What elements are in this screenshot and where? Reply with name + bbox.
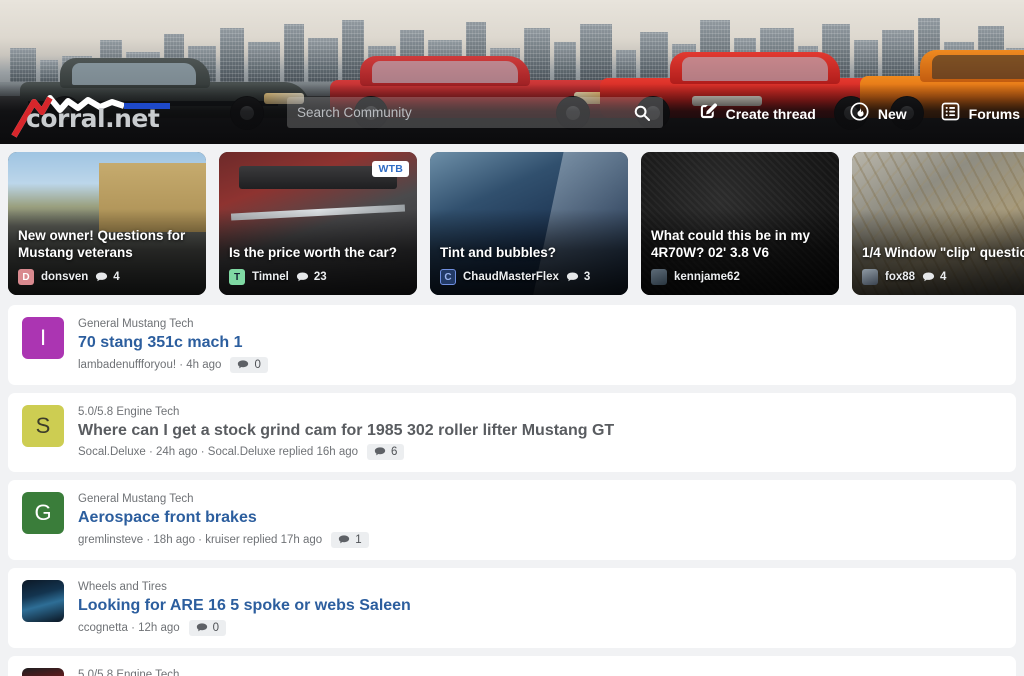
avatar: T — [229, 269, 245, 285]
site-logo[interactable]: corral.net — [8, 92, 238, 138]
featured-comment-value: 3 — [583, 271, 591, 283]
thread-meta-text: ccognetta · 12h ago — [78, 621, 180, 634]
featured-comment-value: 23 — [313, 271, 327, 283]
pencil-square-icon — [698, 102, 717, 126]
featured-comment-value: 4 — [940, 271, 947, 283]
site-logo-text: corral.net — [26, 104, 160, 133]
avatar: C — [440, 269, 456, 285]
featured-meta: T Timnel 23 — [229, 269, 327, 285]
thread-meta-text: lambadenuffforyou! · 4h ago — [78, 358, 222, 371]
comment-bubble-icon — [374, 447, 386, 456]
thread-category[interactable]: Wheels and Tires — [78, 580, 1002, 595]
featured-card[interactable]: WTB Is the price worth the car? T Timnel… — [219, 152, 417, 295]
comment-bubble-icon — [238, 360, 249, 369]
nav-forums-label: Forums — [968, 106, 1020, 122]
thread-meta: gremlinsteve · 18h ago · kruiser replied… — [78, 532, 1002, 549]
featured-card[interactable]: New owner! Questions for Mustang veteran… — [8, 152, 206, 295]
featured-author: donsven — [41, 271, 89, 283]
thread-row[interactable]: Wheels and Tires Looking for ARE 16 5 sp… — [8, 568, 1016, 648]
featured-author: kennjame62 — [674, 271, 740, 283]
featured-comment-count: 3 — [566, 271, 590, 284]
featured-author: Timnel — [252, 271, 289, 283]
nav-create-thread-label: Create thread — [725, 106, 816, 122]
search-input[interactable] — [297, 105, 631, 120]
featured-comment-value: 4 — [113, 271, 120, 283]
comment-bubble-icon — [296, 271, 308, 281]
wtb-badge: WTB — [372, 161, 409, 177]
list-icon — [941, 102, 960, 126]
thread-meta-text: Socal.Deluxe · 24h ago · Socal.Deluxe re… — [78, 446, 359, 459]
featured-title: New owner! Questions for Mustang veteran… — [18, 228, 186, 260]
thread-row[interactable]: 5.0/5.8 Engine Tech Gm pedstal rockers o… — [8, 655, 1016, 676]
hero-nav: Create thread New Forums — [698, 100, 1024, 128]
reply-count-value: 1 — [355, 534, 362, 547]
thread-row[interactable]: I General Mustang Tech 70 stang 351c mac… — [8, 305, 1016, 385]
featured-meta: fox88 4 — [862, 269, 946, 285]
avatar — [22, 580, 64, 623]
featured-meta: C ChaudMasterFlex 3 — [440, 269, 590, 285]
featured-comment-count: 23 — [296, 271, 327, 284]
reply-count-badge: 0 — [188, 619, 227, 636]
featured-title: Is the price worth the car? — [229, 244, 398, 260]
avatar: S — [22, 404, 64, 447]
featured-author: fox88 — [885, 271, 916, 283]
thread-row[interactable]: S 5.0/5.8 Engine Tech Where can I get a … — [8, 392, 1016, 473]
featured-comment-count: 4 — [95, 271, 120, 284]
nav-new-label: New — [877, 106, 907, 122]
avatar — [22, 667, 64, 676]
thread-category[interactable]: 5.0/5.8 Engine Tech — [78, 668, 1002, 676]
comment-bubble-icon — [196, 623, 207, 632]
thread-meta-text: gremlinsteve · 18h ago · kruiser replied… — [78, 534, 323, 547]
avatar — [651, 269, 667, 285]
comment-bubble-icon — [922, 271, 935, 281]
flame-icon — [850, 102, 869, 126]
featured-threads-carousel: New owner! Questions for Mustang veteran… — [0, 144, 1024, 299]
featured-meta: kennjame62 — [651, 269, 740, 285]
featured-card[interactable]: What could this be in my 4R70W? 02' 3.8 … — [641, 152, 839, 295]
featured-card[interactable]: Tint and bubbles? C ChaudMasterFlex 3 — [430, 152, 628, 295]
thread-meta: lambadenuffforyou! · 4h ago 0 — [78, 356, 1002, 373]
thread-title[interactable]: Aerospace front brakes — [78, 508, 1002, 529]
search-bar[interactable] — [287, 97, 663, 128]
thread-row[interactable]: G General Mustang Tech Aerospace front b… — [8, 480, 1016, 561]
thread-category[interactable]: General Mustang Tech — [78, 317, 1002, 332]
featured-author: ChaudMasterFlex — [463, 271, 559, 283]
featured-card[interactable]: 1/4 Window "clip" question fox88 4 — [852, 152, 1024, 295]
reply-count-badge: 0 — [230, 356, 268, 373]
thread-category[interactable]: General Mustang Tech — [78, 492, 1002, 507]
thread-title[interactable]: Looking for ARE 16 5 spoke or webs Salee… — [78, 596, 1002, 617]
comment-bubble-icon — [566, 271, 578, 281]
avatar: I — [22, 317, 64, 359]
featured-comment-count: 4 — [922, 271, 946, 284]
thread-meta: Socal.Deluxe · 24h ago · Socal.Deluxe re… — [78, 444, 1002, 461]
featured-meta: D donsven 4 — [18, 269, 120, 285]
avatar — [862, 269, 878, 285]
comment-bubble-icon — [96, 271, 108, 281]
featured-title: 1/4 Window "clip" question — [862, 244, 1024, 260]
thread-title[interactable]: Where can I get a stock grind cam for 19… — [78, 421, 1002, 442]
comment-bubble-icon — [339, 535, 350, 544]
reply-count-value: 0 — [254, 358, 261, 371]
featured-title: Tint and bubbles? — [440, 244, 556, 260]
thread-list: I General Mustang Tech 70 stang 351c mac… — [0, 299, 1024, 676]
site-hero-banner: corral.net Create thread — [0, 0, 1024, 144]
avatar: G — [22, 492, 64, 535]
reply-count-value: 6 — [391, 446, 398, 459]
reply-count-value: 0 — [212, 621, 220, 634]
featured-title: What could this be in my 4R70W? 02' 3.8 … — [651, 228, 811, 260]
nav-new[interactable]: New — [850, 102, 907, 126]
nav-create-thread[interactable]: Create thread — [698, 102, 816, 126]
search-icon[interactable] — [631, 102, 653, 124]
thread-meta: ccognetta · 12h ago 0 — [78, 619, 1002, 636]
avatar: D — [18, 269, 34, 285]
reply-count-badge: 1 — [331, 532, 369, 549]
thread-category[interactable]: 5.0/5.8 Engine Tech — [78, 405, 1002, 420]
thread-title[interactable]: 70 stang 351c mach 1 — [78, 333, 1002, 354]
reply-count-badge: 6 — [367, 444, 405, 461]
nav-forums[interactable]: Forums — [941, 102, 1020, 126]
